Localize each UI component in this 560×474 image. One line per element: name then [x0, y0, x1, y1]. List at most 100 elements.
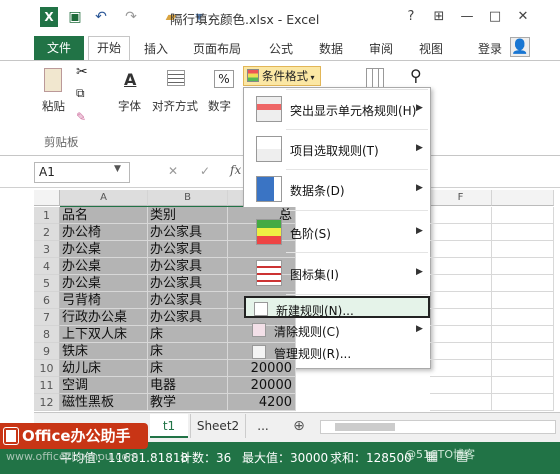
cell-a[interactable]: 上下双人床 — [60, 326, 148, 343]
redo-icon[interactable]: ↷ — [122, 8, 140, 26]
horizontal-scrollbar[interactable] — [320, 420, 556, 434]
column-header-f[interactable]: F — [430, 190, 492, 206]
empty-cell[interactable] — [430, 258, 492, 275]
row-header[interactable]: 8 — [34, 326, 60, 343]
empty-cell[interactable] — [492, 326, 554, 343]
column-header-a[interactable]: A — [60, 190, 148, 206]
cells-group-icon[interactable] — [366, 68, 384, 88]
column-header-b[interactable]: B — [148, 190, 228, 206]
login-link[interactable]: 登录 — [472, 38, 508, 60]
empty-cell[interactable] — [492, 309, 554, 326]
close-icon[interactable]: ✕ — [512, 7, 534, 27]
cell-a[interactable]: 幼儿床 — [60, 360, 148, 377]
empty-cell[interactable] — [492, 275, 554, 292]
empty-cell[interactable] — [492, 360, 554, 377]
cell-a[interactable]: 行政办公桌 — [60, 309, 148, 326]
row-header[interactable]: 11 — [34, 377, 60, 394]
cell-b[interactable]: 办公家具 — [148, 258, 228, 275]
empty-cell[interactable] — [492, 258, 554, 275]
format-painter-icon[interactable]: ✎ — [76, 110, 86, 124]
save-icon[interactable]: ▣ — [66, 8, 84, 26]
tab-view[interactable]: 视图 — [412, 38, 450, 60]
cell-b[interactable]: 类别 — [148, 207, 228, 224]
cell-a[interactable]: 空调 — [60, 377, 148, 394]
cell-b[interactable]: 床 — [148, 326, 228, 343]
tab-insert[interactable]: 插入 — [136, 38, 176, 60]
empty-cell[interactable] — [492, 394, 554, 411]
row-header[interactable]: 3 — [34, 241, 60, 258]
menu-item[interactable]: 新建规则(N)... — [244, 296, 430, 318]
empty-cell[interactable] — [492, 292, 554, 309]
cell-c[interactable]: 4200 — [228, 394, 296, 411]
sheet-tab-sheet2[interactable]: Sheet2 — [190, 414, 246, 438]
row-header[interactable]: 4 — [34, 258, 60, 275]
cell-a[interactable]: 弓背椅 — [60, 292, 148, 309]
insert-function-icon[interactable]: fx — [230, 163, 241, 177]
help-icon[interactable]: ? — [400, 7, 422, 27]
conditional-format-button[interactable]: 条件格式 ▾ — [243, 66, 321, 86]
font-button[interactable]: 字体 — [118, 98, 141, 114]
row-header[interactable]: 2 — [34, 224, 60, 241]
number-button[interactable]: 数字 — [208, 98, 231, 114]
tab-data[interactable]: 数据 — [312, 38, 350, 60]
cut-icon[interactable]: ✂ — [76, 64, 88, 80]
new-sheet-icon[interactable]: ⊕ — [288, 414, 310, 438]
tab-page-layout[interactable]: 页面布局 — [186, 38, 248, 60]
cell-b[interactable]: 办公家具 — [148, 309, 228, 326]
row-header[interactable]: 12 — [34, 394, 60, 411]
tab-home[interactable]: 开始 — [88, 36, 130, 60]
name-box-dropdown-icon[interactable]: ▼ — [114, 164, 121, 174]
empty-cell[interactable] — [430, 241, 492, 258]
cell-b[interactable]: 床 — [148, 360, 228, 377]
cell-a[interactable]: 磁性黑板 — [60, 394, 148, 411]
empty-cell[interactable] — [430, 360, 492, 377]
menu-item[interactable]: 管理规则(R)... — [244, 342, 430, 362]
row-header[interactable]: 9 — [34, 343, 60, 360]
tab-formulas[interactable]: 公式 — [262, 38, 300, 60]
cell-b[interactable]: 办公家具 — [148, 292, 228, 309]
undo-icon[interactable]: ↶ — [92, 8, 110, 26]
empty-cell[interactable] — [430, 309, 492, 326]
tab-review[interactable]: 审阅 — [362, 38, 400, 60]
menu-item[interactable]: 色阶(S) ▶ — [244, 212, 430, 252]
empty-cell[interactable] — [430, 326, 492, 343]
cell-b[interactable]: 办公家具 — [148, 224, 228, 241]
menu-item[interactable]: 项目选取规则(T) ▶ — [244, 130, 430, 168]
empty-cell[interactable] — [430, 343, 492, 360]
cell-c[interactable]: 20000 — [228, 377, 296, 394]
empty-cell[interactable] — [430, 207, 492, 224]
row-header[interactable]: 7 — [34, 309, 60, 326]
menu-item[interactable]: 数据条(D) ▶ — [244, 170, 430, 208]
sheet-tab-active[interactable]: t1 — [150, 414, 188, 438]
select-all-corner[interactable] — [34, 190, 60, 206]
row-header[interactable]: 1 — [34, 207, 60, 224]
menu-item[interactable]: 突出显示单元格规则(H) ▶ — [244, 90, 430, 128]
empty-cell[interactable] — [430, 224, 492, 241]
row-header[interactable]: 10 — [34, 360, 60, 377]
paste-button[interactable]: 粘贴 — [42, 98, 65, 114]
cell-a[interactable]: 办公桌 — [60, 241, 148, 258]
empty-cell[interactable] — [492, 241, 554, 258]
cell-c[interactable]: 20000 — [228, 360, 296, 377]
cell-b[interactable]: 办公家具 — [148, 241, 228, 258]
scroll-thumb[interactable] — [335, 423, 395, 431]
copy-icon[interactable]: ⧉ — [76, 86, 85, 101]
empty-cell[interactable] — [492, 207, 554, 224]
empty-cell[interactable] — [492, 343, 554, 360]
cell-b[interactable]: 电器 — [148, 377, 228, 394]
tab-file[interactable]: 文件 — [34, 36, 84, 60]
avatar[interactable]: 👤 — [510, 37, 530, 57]
cell-b[interactable]: 教学 — [148, 394, 228, 411]
cell-a[interactable]: 品名 — [60, 207, 148, 224]
empty-cell[interactable] — [492, 224, 554, 241]
confirm-entry-icon[interactable]: ✓ — [200, 164, 210, 178]
menu-item[interactable]: 图标集(I) ▶ — [244, 254, 430, 292]
maximize-icon[interactable]: □ — [484, 7, 506, 27]
sheet-tab-more[interactable]: ... — [248, 414, 278, 438]
cell-a[interactable]: 办公桌 — [60, 275, 148, 292]
empty-cell[interactable] — [430, 377, 492, 394]
ribbon-display-icon[interactable]: ⊞ — [428, 7, 450, 27]
cell-a[interactable]: 铁床 — [60, 343, 148, 360]
empty-cell[interactable] — [492, 377, 554, 394]
cell-a[interactable]: 办公桌 — [60, 258, 148, 275]
